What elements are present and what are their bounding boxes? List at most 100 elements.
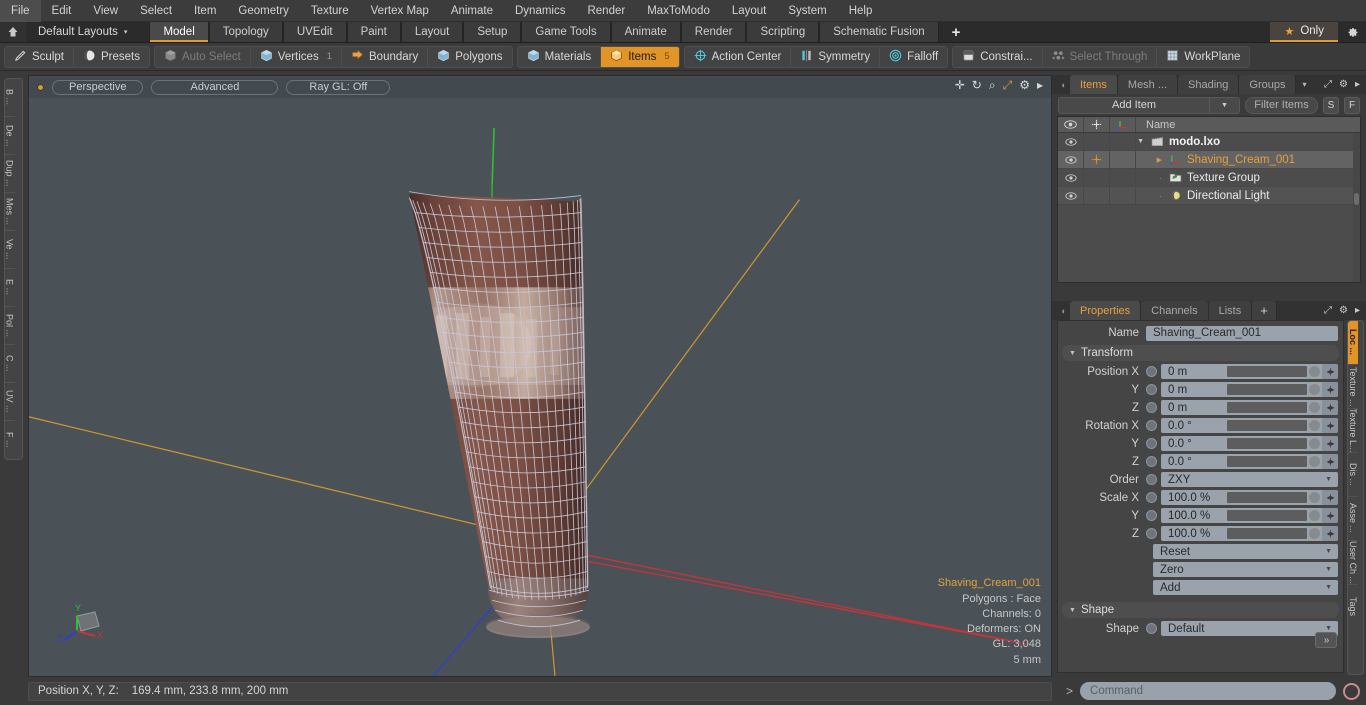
left-rail-tab-9[interactable]: F ...	[5, 421, 15, 459]
gear-icon[interactable]: ⚙	[1339, 79, 1348, 90]
panel-menu-icon[interactable]: ◖	[1056, 301, 1070, 320]
toolbar-button-items[interactable]: Items 5	[601, 46, 679, 67]
items-list-row[interactable]: ▶ Shaving_Cream_001	[1058, 151, 1360, 169]
properties-tab-properties[interactable]: Properties	[1070, 301, 1142, 320]
left-rail-tab-6[interactable]: Pol ...	[4, 307, 15, 345]
menu-item-geometry[interactable]: Geometry	[227, 0, 300, 22]
toolbar-button-action-center[interactable]: Action Center	[684, 46, 792, 67]
toolbar-button-polygons[interactable]: Polygons	[428, 46, 512, 67]
items-list-row[interactable]: · Directional Light	[1058, 187, 1360, 205]
items-list-row[interactable]: · Texture Group	[1058, 169, 1360, 187]
eye-icon[interactable]	[1058, 169, 1084, 186]
left-rail-tab-8[interactable]: UV ...	[4, 383, 15, 421]
transform-action-reset[interactable]: Reset ▼	[1153, 544, 1338, 559]
layout-tab-topology[interactable]: Topology	[208, 22, 283, 42]
property-number-field-z[interactable]: 100.0 % ◂|▸	[1161, 526, 1338, 541]
property-number-field-z[interactable]: 0 m ◂|▸	[1161, 400, 1338, 415]
chevron-right-icon[interactable]: ▸	[1355, 79, 1360, 90]
left-rail-tab-0[interactable]: B ...	[4, 79, 15, 117]
property-slider-knob[interactable]	[1309, 528, 1320, 539]
expand-icon[interactable]: ⤢	[1324, 305, 1332, 316]
layout-tab-schematic-fusion[interactable]: Schematic Fusion	[819, 22, 939, 42]
property-stepper[interactable]: ◂|▸	[1322, 490, 1338, 505]
property-slider-track[interactable]	[1227, 402, 1307, 413]
right-rail-tab-tags[interactable]: Tags	[1348, 585, 1358, 629]
left-rail-tab-3[interactable]: Mes ...	[4, 193, 15, 231]
left-rail-tab-7[interactable]: C ...	[4, 345, 15, 383]
items-tree-list[interactable]: Name ▼ modo.lxo ▶ Shaving_Cream_001 · Texture…	[1057, 116, 1361, 283]
property-radio[interactable]	[1146, 510, 1157, 521]
property-slider-track[interactable]	[1227, 528, 1307, 539]
property-slider-track[interactable]	[1227, 510, 1307, 521]
zoom-icon[interactable]: ⌕	[989, 79, 996, 91]
layout-tab-game-tools[interactable]: Game Tools	[521, 22, 611, 42]
transform-section-header[interactable]: ▼ Transform	[1062, 345, 1339, 361]
property-stepper[interactable]: ◂|▸	[1322, 454, 1338, 469]
property-slider-track[interactable]	[1227, 420, 1307, 431]
property-number-field-y[interactable]: 0 m ◂|▸	[1161, 382, 1338, 397]
rotate-icon[interactable]: ↻	[972, 79, 982, 91]
menu-item-render[interactable]: Render	[576, 0, 636, 22]
menu-item-item[interactable]: Item	[183, 0, 227, 22]
right-rail-tab-loc[interactable]: Loc ...	[1348, 321, 1358, 365]
toolbar-button-presets[interactable]: Presets	[73, 46, 149, 67]
viewport-canvas[interactable]	[29, 76, 1051, 676]
menu-item-file[interactable]: File	[0, 0, 41, 22]
property-slider-knob[interactable]	[1309, 492, 1320, 503]
home-icon[interactable]	[0, 22, 26, 42]
property-slider-track[interactable]	[1227, 438, 1307, 449]
property-stepper[interactable]: ◂|▸	[1322, 364, 1338, 379]
property-stepper[interactable]: ◂|▸	[1322, 418, 1338, 433]
viewport-mode-perspective[interactable]: Perspective	[52, 79, 144, 95]
property-stepper[interactable]: ◂|▸	[1322, 382, 1338, 397]
property-number-field-z[interactable]: 0.0 ° ◂|▸	[1161, 454, 1338, 469]
menu-item-animate[interactable]: Animate	[440, 0, 504, 22]
only-toggle[interactable]: ★ Only	[1270, 22, 1338, 42]
toolbar-button-vertices[interactable]: Vertices 1	[250, 46, 343, 67]
item-name-input[interactable]: Shaving_Cream_001	[1146, 325, 1338, 341]
menu-item-maxtomodo[interactable]: MaxToModo	[636, 0, 721, 22]
axis-column-cell[interactable]	[1110, 169, 1136, 186]
toolbar-button-select-through[interactable]: Select Through	[1042, 46, 1158, 67]
3d-viewport[interactable]: Perspective Advanced Ray GL: Off ✛ ↻ ⌕ ⤢…	[28, 75, 1052, 677]
toolbar-button-sculpt[interactable]: Sculpt	[5, 46, 74, 67]
shape-radio[interactable]	[1146, 623, 1157, 634]
properties-tab-add[interactable]: +	[1252, 301, 1277, 320]
tree-expander[interactable]: ▼	[1137, 138, 1146, 145]
property-radio[interactable]	[1146, 492, 1157, 503]
property-stepper[interactable]: ◂|▸	[1322, 400, 1338, 415]
toolbar-button-auto-select[interactable]: Auto Select	[154, 46, 251, 67]
shape-dropdown[interactable]: Default ▼	[1161, 621, 1338, 636]
right-rail-tab-dis[interactable]: Dis ...	[1348, 453, 1358, 497]
properties-tab-lists[interactable]: Lists	[1208, 301, 1253, 320]
transform-column-cell[interactable]	[1084, 169, 1110, 186]
axis-column-cell[interactable]	[1110, 133, 1136, 150]
layout-tab-setup[interactable]: Setup	[463, 22, 522, 42]
property-radio[interactable]	[1146, 402, 1157, 413]
right-rail-tab-texture[interactable]: Texture ...	[1348, 365, 1358, 409]
property-slider-knob[interactable]	[1309, 456, 1320, 467]
add-item-button[interactable]: Add Item ▼	[1058, 96, 1240, 114]
properties-tab-channels[interactable]: Channels	[1141, 301, 1209, 320]
property-radio[interactable]	[1146, 384, 1157, 395]
menu-item-help[interactable]: Help	[838, 0, 884, 22]
panel-menu-icon[interactable]: ◖	[1056, 75, 1070, 94]
property-radio[interactable]	[1146, 438, 1157, 449]
layout-tab-animate[interactable]: Animate	[610, 22, 681, 42]
left-rail-tab-2[interactable]: Dup ...	[4, 155, 15, 193]
property-slider-knob[interactable]	[1309, 510, 1320, 521]
transform-active-icon[interactable]	[1084, 151, 1110, 168]
fit-icon[interactable]: ⤢	[1003, 79, 1013, 91]
menu-item-select[interactable]: Select	[129, 0, 183, 22]
items-list-row[interactable]: ▼ modo.lxo	[1058, 133, 1360, 151]
menu-item-system[interactable]: System	[777, 0, 837, 22]
axis-column-cell[interactable]	[1110, 151, 1136, 168]
menu-item-view[interactable]: View	[82, 0, 129, 22]
left-rail-tab-4[interactable]: Ve ...	[4, 231, 15, 269]
viewport-shading-advanced[interactable]: Advanced	[151, 79, 279, 95]
menu-item-dynamics[interactable]: Dynamics	[504, 0, 576, 22]
items-tab-groups[interactable]: Groups	[1239, 75, 1297, 94]
eye-icon[interactable]	[1058, 187, 1084, 204]
menu-item-edit[interactable]: Edit	[41, 0, 83, 22]
items-tab-shading[interactable]: Shading	[1178, 75, 1240, 94]
